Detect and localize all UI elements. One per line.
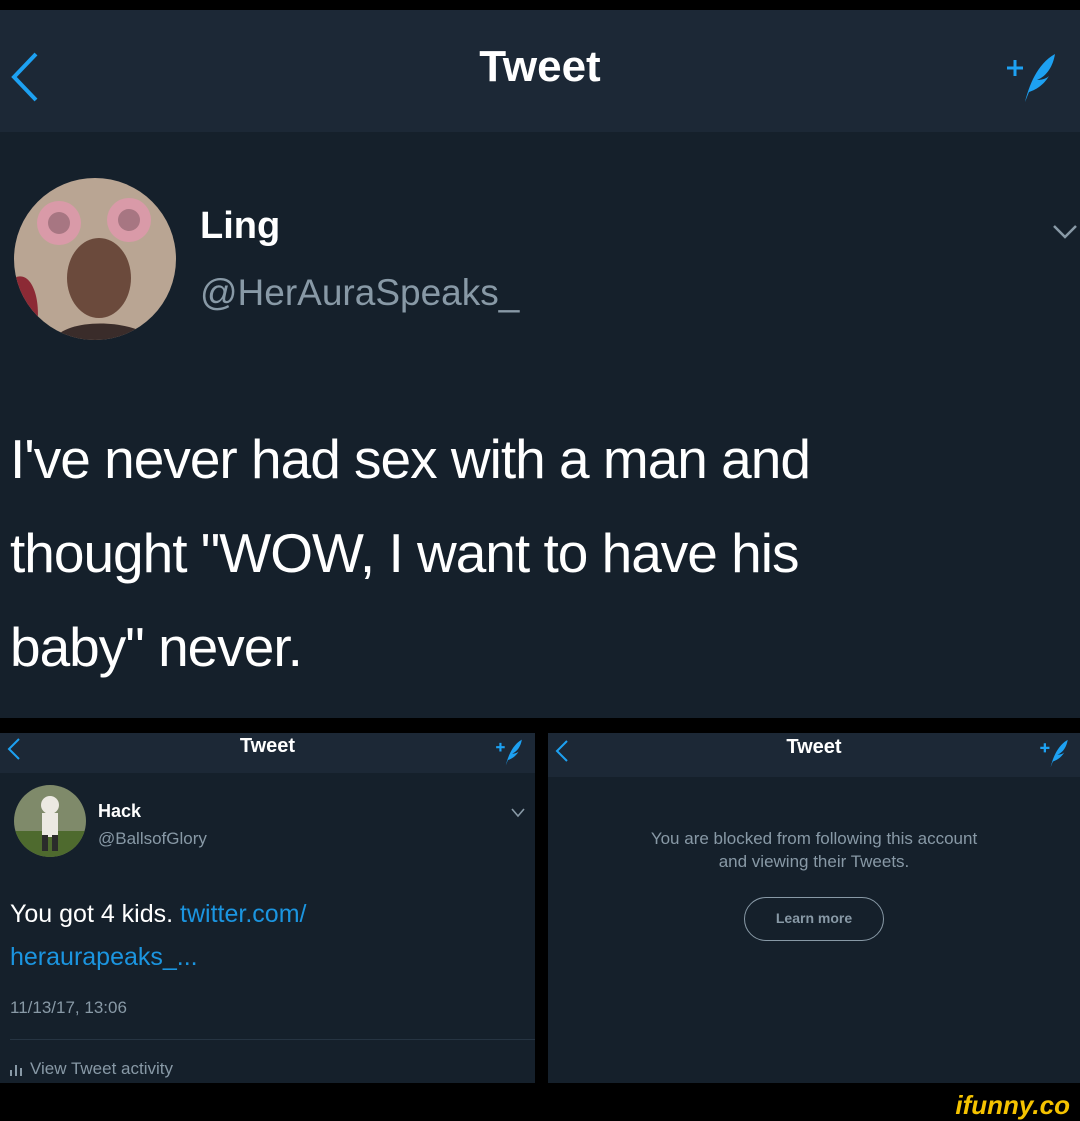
author-handle[interactable]: @HerAuraSpeaks_ [200,272,519,314]
tweet-link-continued[interactable]: heraurapeaks_... [10,936,520,979]
avatar[interactable] [14,785,86,857]
header-title: Tweet [479,42,601,91]
main-tweet-panel: Tweet Ling @HerAuraSpeaks_ I've never ha… [0,10,1080,718]
reply-tweet-panel: Tweet Hack @BallsofGlory You got 4 kids.… [0,733,535,1083]
header-title: Tweet [786,736,842,758]
watermark: ifunny.co [955,1090,1070,1120]
learn-more-button[interactable]: Learn more [744,897,884,941]
avatar[interactable] [14,178,176,340]
tweet-text: You got 4 kids. twitter.com/ heraurapeak… [10,893,520,979]
author-name[interactable]: Hack [98,801,141,822]
divider [10,1039,535,1040]
tweet-text-line: I've never had sex with a man and [10,428,811,490]
header-bar: Tweet [0,10,1080,132]
tweet-timestamp: 11/13/17, 13:06 [10,998,127,1017]
dropdown-chevron-icon[interactable] [1050,222,1080,242]
compose-tweet-icon[interactable] [494,737,524,767]
tweet-text-line: thought "WOW, I want to have his [10,522,799,584]
tweet-text-line: baby" never. [10,616,303,678]
view-tweet-activity-button[interactable]: View Tweet activity [10,1059,173,1081]
compose-tweet-icon[interactable] [1038,737,1070,769]
tweet-text: I've never had sex with a man and though… [10,412,1010,694]
compose-tweet-icon[interactable] [1003,50,1059,104]
author-name[interactable]: Ling [200,205,280,248]
header-title: Tweet [239,735,296,757]
bar-chart-icon [10,1061,22,1081]
tweet-link[interactable]: twitter.com/ [180,900,306,928]
author-handle[interactable]: @BallsofGlory [98,829,207,849]
blocked-message-line: You are blocked from following this acco… [650,829,978,848]
tweet-text-prefix: You got 4 kids. [10,900,181,928]
header-bar: Tweet [548,733,1080,777]
blocked-message-line: and viewing their Tweets. [718,852,910,871]
blocked-message: You are blocked from following this acco… [548,827,1080,873]
dropdown-chevron-icon[interactable] [510,807,526,819]
blocked-panel: Tweet You are blocked from following thi… [548,733,1080,1083]
activity-label: View Tweet activity [30,1059,173,1078]
header-bar: Tweet [0,733,535,773]
